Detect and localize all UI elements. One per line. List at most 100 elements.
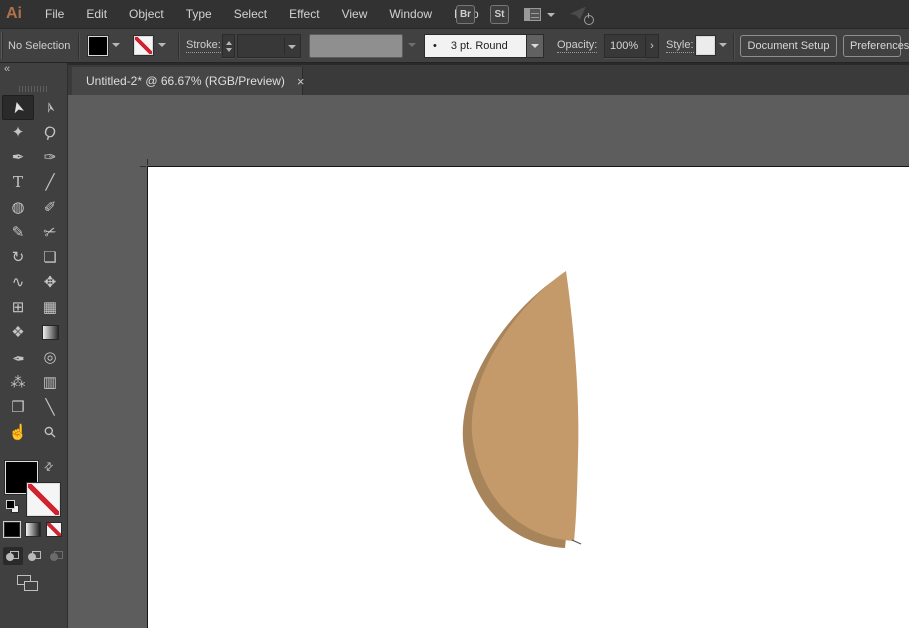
panel-drag-grip[interactable] [19, 86, 49, 92]
opacity-input[interactable]: 100% [604, 34, 646, 58]
slice-tool-icon: ╲ [45, 399, 55, 416]
fill-chevron-icon[interactable] [112, 43, 120, 47]
blend-tool[interactable]: ◎ [34, 345, 66, 370]
stock-icon[interactable]: St [490, 5, 509, 24]
stroke-weight-stepper[interactable] [222, 34, 235, 58]
scale-tool[interactable]: ❏ [34, 245, 66, 270]
menu-item-file[interactable]: File [34, 7, 75, 21]
stepper-up-icon[interactable] [225, 40, 232, 45]
hand-tool-icon: ☝ [8, 424, 28, 441]
magic-wand-tool[interactable]: ✦ [2, 120, 34, 145]
document-setup-button[interactable]: Document Setup [740, 35, 837, 57]
artboard-tool[interactable]: ❒ [2, 395, 34, 420]
perspective-grid-tool[interactable]: ▦ [34, 295, 66, 320]
opacity-more-button[interactable]: › [646, 34, 659, 58]
separator [178, 33, 180, 59]
rotate-tool[interactable]: ↻ [2, 245, 34, 270]
color-mode-button[interactable] [3, 521, 21, 538]
menu-item-edit[interactable]: Edit [75, 7, 118, 21]
none-mode-button[interactable] [46, 522, 62, 537]
artboard[interactable] [140, 159, 909, 628]
shape-builder-tool[interactable]: ⊞ [2, 295, 34, 320]
stroke-color-swatch[interactable] [133, 35, 154, 56]
slice-tool[interactable]: ╲ [34, 395, 66, 420]
selection-tool-icon: ➤ [8, 99, 28, 116]
width-tool[interactable]: ∿ [2, 270, 34, 295]
symbol-sprayer-tool[interactable]: ⁂ [2, 370, 34, 395]
tab-close-icon[interactable]: × [297, 75, 305, 88]
artwork-canvas[interactable] [148, 167, 909, 628]
menu-item-type[interactable]: Type [175, 7, 223, 21]
mesh-tool-icon: ❖ [11, 324, 25, 341]
draw-inside-button [47, 547, 67, 565]
paintbrush-tool-icon: ✐ [43, 199, 57, 216]
pen-tool[interactable]: ✒ [2, 145, 34, 170]
zoom-tool[interactable]: ⚲ [34, 420, 66, 445]
paint-mode-row [3, 521, 62, 538]
menu-item-window[interactable]: Window [378, 7, 443, 21]
chevron-down-icon[interactable] [288, 45, 296, 49]
chevron-down-icon [547, 12, 555, 17]
change-screen-mode-button[interactable] [17, 575, 43, 595]
scissors-tool[interactable]: ✂ [34, 220, 66, 245]
control-bar-grip[interactable] [1, 32, 5, 59]
blend-tool-icon: ◎ [43, 349, 57, 366]
default-fill-stroke-icon[interactable] [6, 500, 21, 514]
direct-selection-tool-icon: ➢ [40, 99, 60, 116]
free-transform-tool[interactable]: ✥ [34, 270, 66, 295]
workspace-switcher[interactable] [524, 8, 555, 21]
style-chevron-icon[interactable] [719, 43, 727, 47]
menu-item-object[interactable]: Object [118, 7, 175, 21]
eyedropper-tool[interactable]: ✒ [2, 345, 34, 370]
bridge-icon[interactable]: Br [456, 5, 475, 24]
mesh-tool[interactable]: ❖ [2, 320, 34, 345]
selection-tool[interactable]: ➤ [2, 95, 34, 120]
menu-item-select[interactable]: Select [223, 7, 278, 21]
menu-item-view[interactable]: View [331, 7, 379, 21]
type-tool[interactable]: T [2, 170, 34, 195]
no-selection-label: No Selection [8, 40, 71, 52]
stroke-label[interactable]: Stroke: [186, 39, 221, 53]
lasso-tool-icon: Ϙ [41, 122, 59, 143]
direct-selection-tool[interactable]: ➢ [34, 95, 66, 120]
document-tab-title: Untitled-2* @ 66.67% (RGB/Preview) [86, 74, 285, 88]
draw-behind-button[interactable] [25, 547, 45, 565]
style-label[interactable]: Style: [666, 39, 694, 53]
fill-color-swatch[interactable] [87, 35, 109, 57]
paintbrush-tool[interactable]: ✐ [34, 195, 66, 220]
pen-tool-icon: ✒ [11, 149, 25, 166]
share-icon[interactable] [570, 5, 596, 25]
preferences-button[interactable]: Preferences [843, 35, 909, 57]
draw-normal-button[interactable] [3, 547, 23, 565]
shape-builder-tool-icon: ⊞ [11, 299, 25, 316]
column-graph-tool[interactable]: ▥ [34, 370, 66, 395]
crop-mark [140, 166, 146, 167]
gradient-mode-button[interactable] [25, 522, 41, 537]
stepper-down-icon[interactable] [225, 47, 232, 52]
swap-fill-stroke-icon[interactable]: ⇄ [41, 459, 56, 474]
shaper-tool[interactable]: ✎ [2, 220, 34, 245]
ellipse-tool[interactable]: ◍ [2, 195, 34, 220]
hand-tool[interactable]: ☝ [2, 420, 34, 445]
stroke-weight-combo[interactable] [237, 34, 301, 58]
eyedropper-tool-icon: ✒ [11, 349, 25, 366]
control-bar: No Selection Stroke: • 3 pt. Round Opaci… [0, 29, 909, 63]
opacity-label[interactable]: Opacity: [557, 39, 598, 53]
gradient-tool[interactable] [34, 320, 66, 345]
ellipse-tool-icon: ◍ [11, 199, 25, 216]
curvature-tool[interactable]: ✑ [34, 145, 66, 170]
menu-item-effect[interactable]: Effect [278, 7, 330, 21]
document-tab[interactable]: Untitled-2* @ 66.67% (RGB/Preview) × [72, 67, 305, 95]
style-swatch[interactable] [695, 35, 716, 56]
line-segment-tool[interactable]: ╱ [34, 170, 66, 195]
pasteboard[interactable] [68, 95, 909, 628]
gradient-icon [41, 325, 59, 340]
lasso-tool[interactable]: Ϙ [34, 120, 66, 145]
stroke-none-swatch[interactable] [26, 482, 61, 517]
magic-wand-tool-icon: ✦ [11, 124, 25, 141]
brush-definition-combo[interactable]: • 3 pt. Round [424, 34, 527, 58]
workspace-layout-icon [524, 8, 541, 21]
brush-combo-chevron[interactable] [527, 34, 544, 58]
panel-collapse-icon[interactable]: « [4, 63, 11, 75]
stroke-chevron-icon[interactable] [158, 43, 166, 47]
